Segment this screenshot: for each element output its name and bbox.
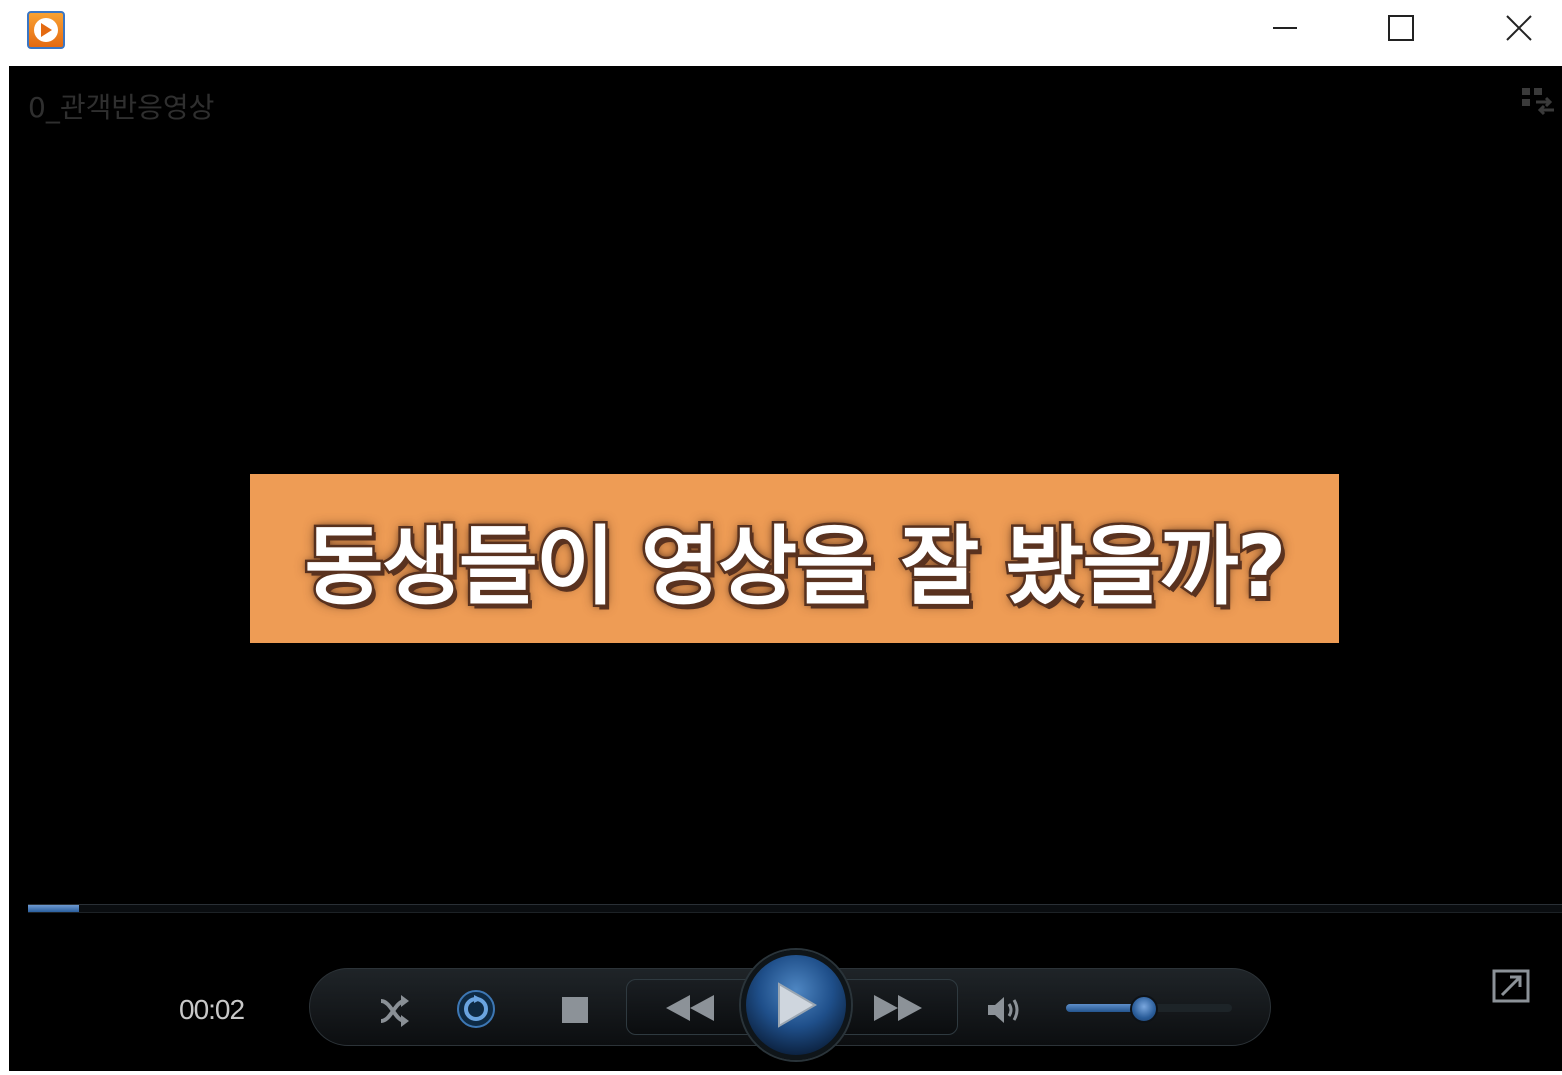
switch-to-library-icon bbox=[1522, 88, 1554, 116]
switch-to-now-playing-icon bbox=[1492, 969, 1530, 1003]
video-area[interactable]: 0_관객반응영상 동생들이 영상을 잘 봤을까? 00:02 bbox=[9, 66, 1562, 1071]
media-title: 0_관객반응영상 bbox=[28, 91, 215, 124]
minimize-icon bbox=[1273, 27, 1297, 29]
maximize-button[interactable] bbox=[1372, 0, 1430, 56]
previous-icon bbox=[666, 995, 714, 1021]
close-button[interactable] bbox=[1490, 0, 1548, 56]
shuffle-icon bbox=[380, 995, 409, 1027]
stop-icon bbox=[562, 997, 588, 1023]
switch-to-library-button[interactable] bbox=[1520, 86, 1556, 118]
seek-progress bbox=[28, 905, 79, 912]
play-button[interactable] bbox=[741, 950, 851, 1060]
volume-icon bbox=[988, 997, 1019, 1023]
volume-slider[interactable] bbox=[1066, 995, 1232, 1023]
maximize-icon bbox=[1388, 15, 1414, 41]
volume-slider-thumb[interactable] bbox=[1130, 995, 1159, 1023]
repeat-button[interactable] bbox=[453, 986, 499, 1032]
video-caption-text: 동생들이 영상을 잘 봤을까? bbox=[302, 515, 1289, 620]
title-bar[interactable] bbox=[0, 0, 1562, 66]
media-player-window: 0_관객반응영상 동생들이 영상을 잘 봤을까? 00:02 bbox=[0, 0, 1562, 1075]
close-icon bbox=[1506, 15, 1532, 41]
mute-button[interactable] bbox=[985, 990, 1025, 1030]
minimize-button[interactable] bbox=[1256, 0, 1314, 56]
video-caption-banner: 동생들이 영상을 잘 봤을까? bbox=[250, 474, 1339, 643]
shuffle-button[interactable] bbox=[374, 988, 418, 1032]
next-icon bbox=[874, 995, 922, 1021]
next-button[interactable] bbox=[853, 984, 943, 1032]
repeat-icon bbox=[457, 990, 495, 1028]
switch-to-now-playing-button[interactable] bbox=[1492, 969, 1530, 1003]
play-icon bbox=[778, 982, 817, 1028]
stop-button[interactable] bbox=[555, 988, 595, 1032]
previous-button[interactable] bbox=[645, 984, 735, 1032]
media-player-icon[interactable] bbox=[27, 11, 65, 49]
elapsed-time: 00:02 bbox=[179, 994, 245, 1025]
seek-bar[interactable] bbox=[28, 904, 1562, 913]
